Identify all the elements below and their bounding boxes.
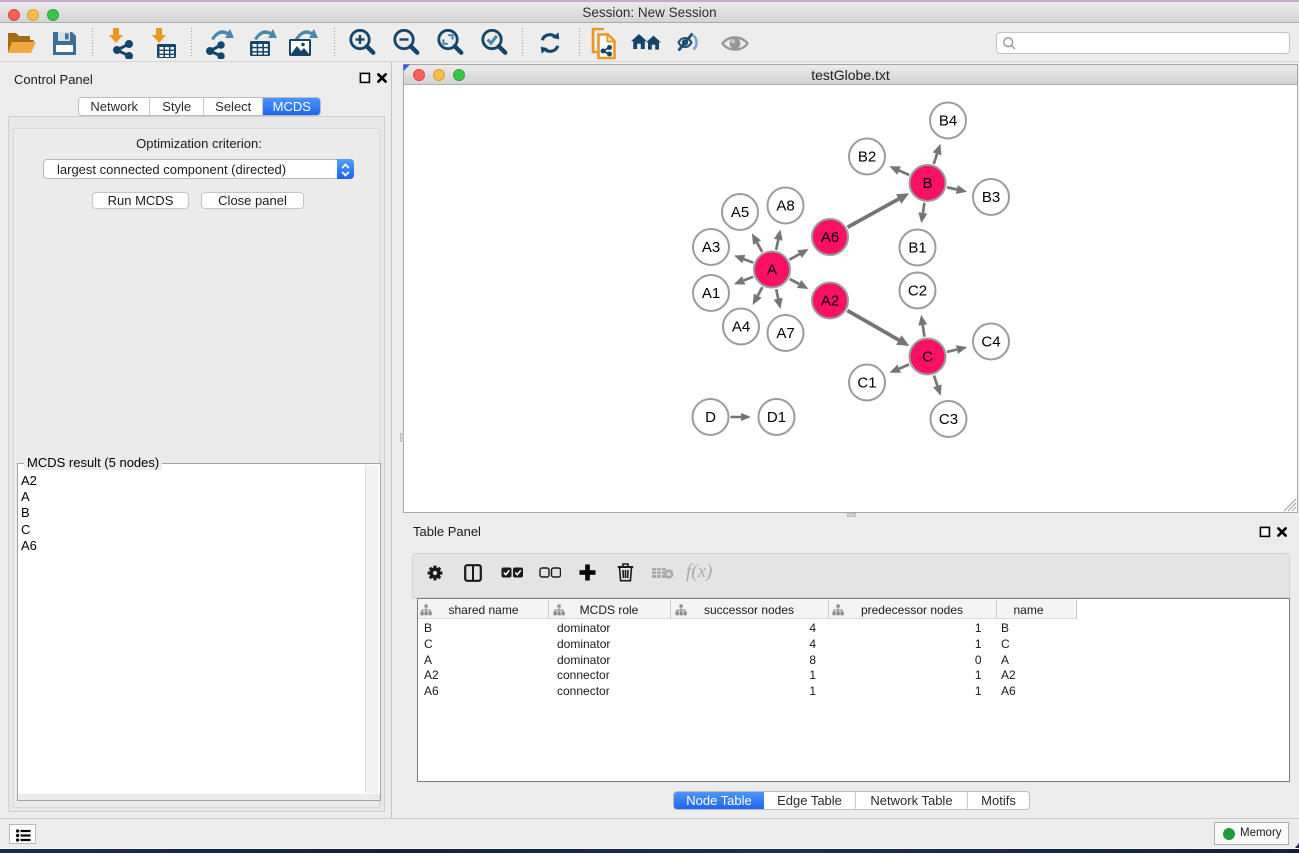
svg-text:D1: D1 — [767, 409, 786, 426]
svg-text:C4: C4 — [981, 334, 1000, 351]
svg-text:B4: B4 — [939, 113, 957, 130]
svg-text:A6: A6 — [821, 229, 839, 246]
svg-text:A: A — [767, 262, 777, 279]
svg-text:A7: A7 — [776, 325, 794, 342]
svg-text:A5: A5 — [731, 204, 749, 221]
svg-text:C1: C1 — [857, 375, 876, 392]
svg-text:D: D — [705, 409, 716, 426]
svg-text:A2: A2 — [821, 293, 839, 310]
svg-text:B2: B2 — [858, 149, 876, 166]
svg-text:A3: A3 — [702, 239, 720, 256]
svg-text:C2: C2 — [908, 283, 927, 300]
svg-text:B: B — [922, 175, 932, 192]
svg-text:C3: C3 — [939, 411, 958, 428]
svg-text:A1: A1 — [702, 285, 720, 302]
svg-text:A4: A4 — [732, 319, 750, 336]
svg-text:B3: B3 — [982, 189, 1000, 206]
svg-text:C: C — [922, 349, 933, 366]
svg-text:B1: B1 — [908, 240, 926, 257]
svg-text:A8: A8 — [776, 198, 794, 215]
